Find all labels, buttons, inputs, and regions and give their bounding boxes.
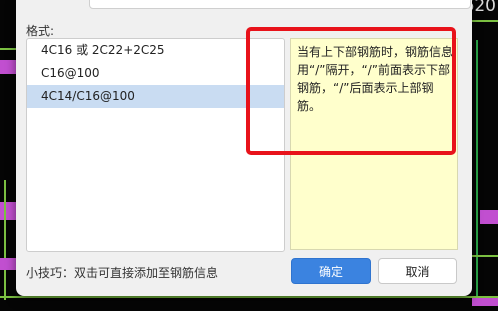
rebar-format-dialog: 格式: 4C16 或 2C22+2C25 C16@100 4C14/C16@10… — [16, 0, 472, 296]
cad-line — [476, 40, 478, 300]
cad-block — [480, 210, 498, 224]
annotation-highlight-box — [246, 27, 456, 155]
rebar-info-input[interactable] — [89, 0, 471, 9]
tip-text: 小技巧：双击可直接添加至钢筋信息 — [26, 266, 219, 280]
cad-block — [0, 202, 16, 220]
ok-button[interactable]: 确定 — [291, 258, 371, 284]
cad-line — [472, 255, 498, 257]
cancel-button[interactable]: 取消 — [378, 258, 457, 284]
cad-line — [0, 296, 498, 298]
cad-line — [0, 48, 16, 50]
format-label: 格式: — [26, 24, 55, 38]
cad-line — [4, 180, 6, 300]
cad-line — [472, 20, 498, 22]
cad-block — [0, 258, 16, 270]
cad-block — [0, 60, 16, 74]
